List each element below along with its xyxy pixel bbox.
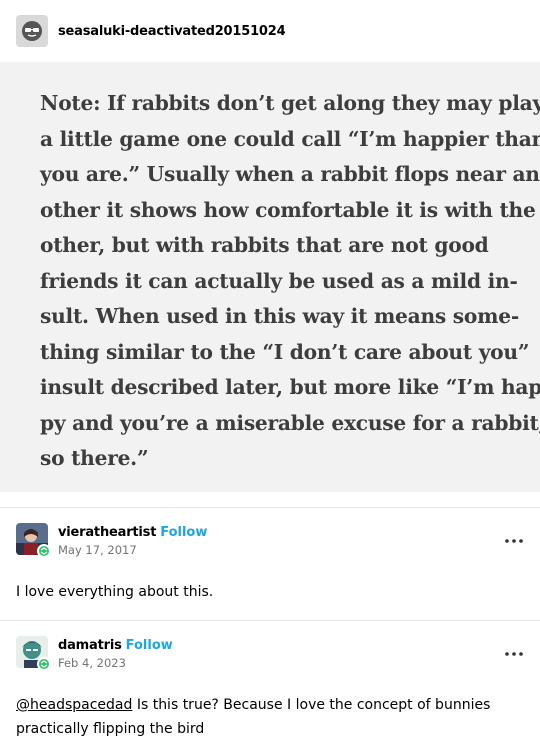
quote-line: other, but with rabbits that are not goo… [40, 233, 489, 257]
reblog-badge-icon [37, 544, 51, 558]
reblog-body: @headspacedad Is this true? Because I lo… [16, 693, 526, 741]
reblog-date[interactable]: May 17, 2017 [58, 543, 137, 557]
quote-image: Note: If rabbits don’t get along they ma… [0, 62, 540, 492]
quote-line: insult described later, but more like “I… [40, 375, 540, 399]
quote-line: py and you’re a miserable excuse for a r… [40, 410, 540, 435]
quote-line: thing similar to the “I don’t care about… [40, 339, 530, 364]
reblog-username[interactable]: damatris [58, 638, 122, 653]
quote-line: you are.” Usually when a rabbit flops ne… [40, 162, 540, 186]
quote-line: Note: If rabbits don’t get along they ma… [40, 91, 540, 115]
reblog-badge-icon [37, 657, 51, 671]
quote-line: so there.” [40, 446, 149, 470]
deactivated-avatar-icon[interactable] [16, 15, 48, 47]
reblog-username[interactable]: vieratheartist [58, 525, 156, 540]
quote-line: sult. When used in this way it means som… [40, 304, 519, 328]
divider [0, 507, 540, 508]
post-author-username[interactable]: seasaluki-deactivated20151024 [58, 24, 286, 39]
post-header: seasaluki-deactivated20151024 [16, 15, 286, 47]
divider [0, 620, 540, 621]
reblog-body: I love everything about this. [16, 584, 214, 600]
reblog-name-row: vieratheartist Follow [58, 523, 207, 541]
more-options-icon[interactable] [504, 531, 524, 551]
reblog-header: vieratheartist Follow May 17, 2017 [16, 523, 524, 559]
user-mention-link[interactable]: @headspacedad [16, 697, 132, 713]
quote-line: friends it can actually be used as a mil… [40, 268, 518, 293]
follow-button[interactable]: Follow [160, 525, 207, 540]
quote-text: Note: If rabbits don’t get along they ma… [40, 86, 540, 477]
reblog-name-row: damatris Follow [58, 636, 173, 654]
reblog-header: damatris Follow Feb 4, 2023 [16, 636, 524, 672]
more-options-icon[interactable] [504, 644, 524, 664]
reblog-date[interactable]: Feb 4, 2023 [58, 656, 126, 670]
quote-line: a little game one could call “I’m happie… [40, 126, 540, 151]
quote-line: other it shows how comfortable it is wit… [40, 197, 536, 222]
follow-button[interactable]: Follow [126, 638, 173, 653]
